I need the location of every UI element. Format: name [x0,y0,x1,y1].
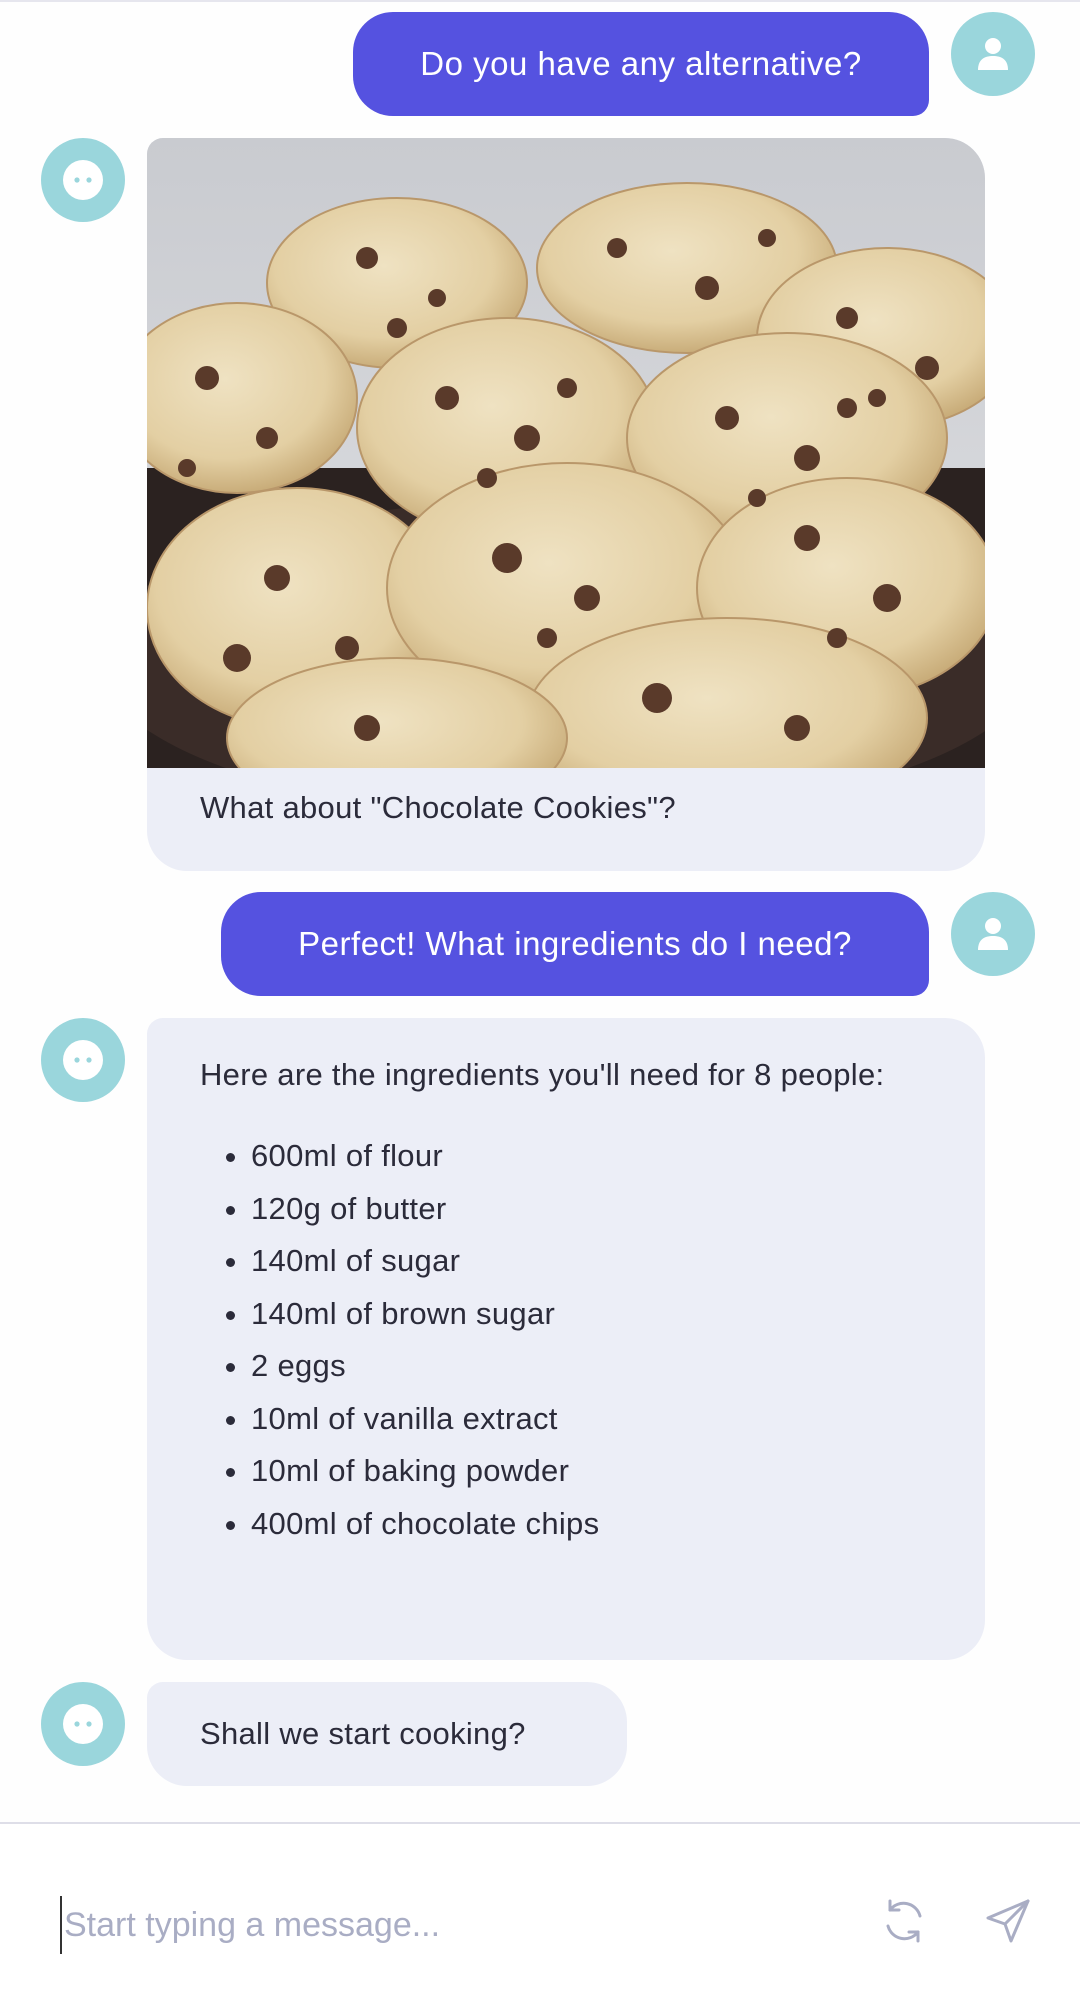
ingredients-intro: Here are the ingredients you'll need for… [200,1057,885,1092]
user-avatar-icon [978,918,1008,950]
bot-message-bubble: Shall we start cooking? [147,1682,627,1786]
send-icon [986,1899,1030,1943]
ingredient-item: 120g of butter [251,1183,932,1236]
bot-ingredients-message: Here are the ingredients you'll need for… [147,1018,985,1660]
ingredient-item: 400ml of chocolate chips [251,1498,932,1551]
cookies-photo [147,138,985,768]
bot-avatar [41,1682,125,1766]
bot-avatar-icon [63,1704,103,1744]
user-message-text: Perfect! What ingredients do I need? [298,925,852,962]
send-button[interactable] [976,1889,1040,1953]
message-input[interactable] [60,1896,826,1954]
bot-avatar-icon [63,160,103,200]
message-composer [0,1822,1080,2008]
bot-avatar [41,138,125,222]
ingredient-item: 600ml of flour [251,1130,932,1183]
refresh-button[interactable] [872,1889,936,1953]
bot-avatar [41,1018,125,1102]
bot-image-message: What about "Chocolate Cookies"? [147,138,985,871]
bot-avatar-icon [63,1040,103,1080]
user-message-bubble: Perfect! What ingredients do I need? [221,892,929,996]
user-message-text: Do you have any alternative? [420,45,862,82]
ingredients-list: 600ml of flour 120g of butter 140ml of s… [147,1130,932,1550]
refresh-icon [886,1899,922,1943]
bot-message-text: Shall we start cooking? [200,1716,526,1751]
chat-thread: Do you have any alternative? What about … [0,0,1080,1822]
chocolate-cookies-image [147,138,985,768]
ingredient-item: 140ml of brown sugar [251,1288,932,1341]
ingredient-item: 140ml of sugar [251,1235,932,1288]
user-avatar-icon [978,38,1008,70]
user-avatar [951,892,1035,976]
ingredient-item: 2 eggs [251,1340,932,1393]
ingredient-item: 10ml of vanilla extract [251,1393,932,1446]
image-caption: What about "Chocolate Cookies"? [200,790,676,825]
ingredient-item: 10ml of baking powder [251,1445,932,1498]
user-avatar [951,12,1035,96]
user-message-bubble: Do you have any alternative? [353,12,929,116]
